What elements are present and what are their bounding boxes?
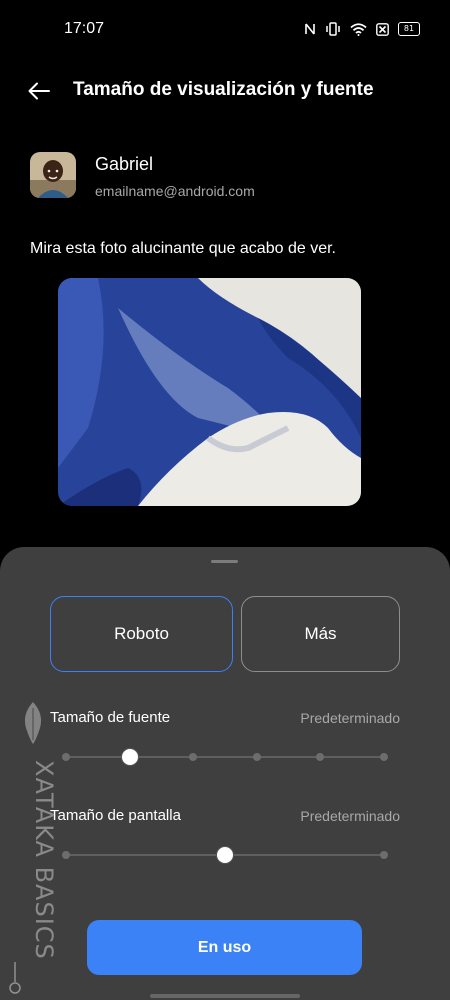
avatar <box>30 152 76 198</box>
app-bar: Tamaño de visualización y fuente <box>0 68 450 112</box>
display-size-value: Predeterminado <box>300 808 400 824</box>
font-option-more[interactable]: Más <box>241 596 400 672</box>
slider-step-dot[interactable] <box>380 851 388 859</box>
gesture-nav-bar <box>150 994 300 998</box>
nfc-icon <box>305 23 315 35</box>
sender-email: emailname@android.com <box>95 183 255 199</box>
message-text: Mira esta foto alucinante que acabo de v… <box>30 240 336 257</box>
sim-off-icon <box>376 22 389 36</box>
status-icons: 81 <box>304 22 420 36</box>
in-use-button[interactable]: En uso <box>87 920 362 975</box>
slider-step-dot[interactable] <box>380 753 388 761</box>
slider-step-dot[interactable] <box>252 753 261 761</box>
sender-name: Gabriel <box>95 154 154 174</box>
page-title: Tamaño de visualización y fuente <box>73 79 374 100</box>
vibrate-icon <box>326 22 340 36</box>
font-option-roboto[interactable]: Roboto <box>50 596 233 672</box>
bottom-sheet: Roboto Más Tamaño de fuente Predetermina… <box>0 547 450 1000</box>
drag-handle[interactable] <box>211 560 238 563</box>
slider-step-dot[interactable] <box>189 753 198 761</box>
display-size-slider[interactable] <box>62 844 388 866</box>
arrow-left-icon <box>28 82 50 100</box>
display-size-label: Tamaño de pantalla <box>50 807 181 824</box>
battery-icon: 81 <box>398 22 420 36</box>
back-button[interactable] <box>24 76 54 106</box>
status-time: 17:07 <box>64 20 105 37</box>
slider-thumb[interactable] <box>217 847 233 863</box>
slider-thumb[interactable] <box>121 749 138 765</box>
wifi-icon <box>350 22 367 36</box>
status-bar: 17:07 81 <box>0 0 450 58</box>
slider-step-dot[interactable] <box>62 851 70 859</box>
font-size-slider[interactable] <box>62 746 388 768</box>
font-size-value: Predeterminado <box>300 710 400 726</box>
font-size-label: Tamaño de fuente <box>50 709 171 726</box>
slider-step-dot[interactable] <box>62 753 70 761</box>
slider-step-dot[interactable] <box>316 753 325 761</box>
message-photo <box>58 278 361 506</box>
slider-track <box>66 756 384 758</box>
